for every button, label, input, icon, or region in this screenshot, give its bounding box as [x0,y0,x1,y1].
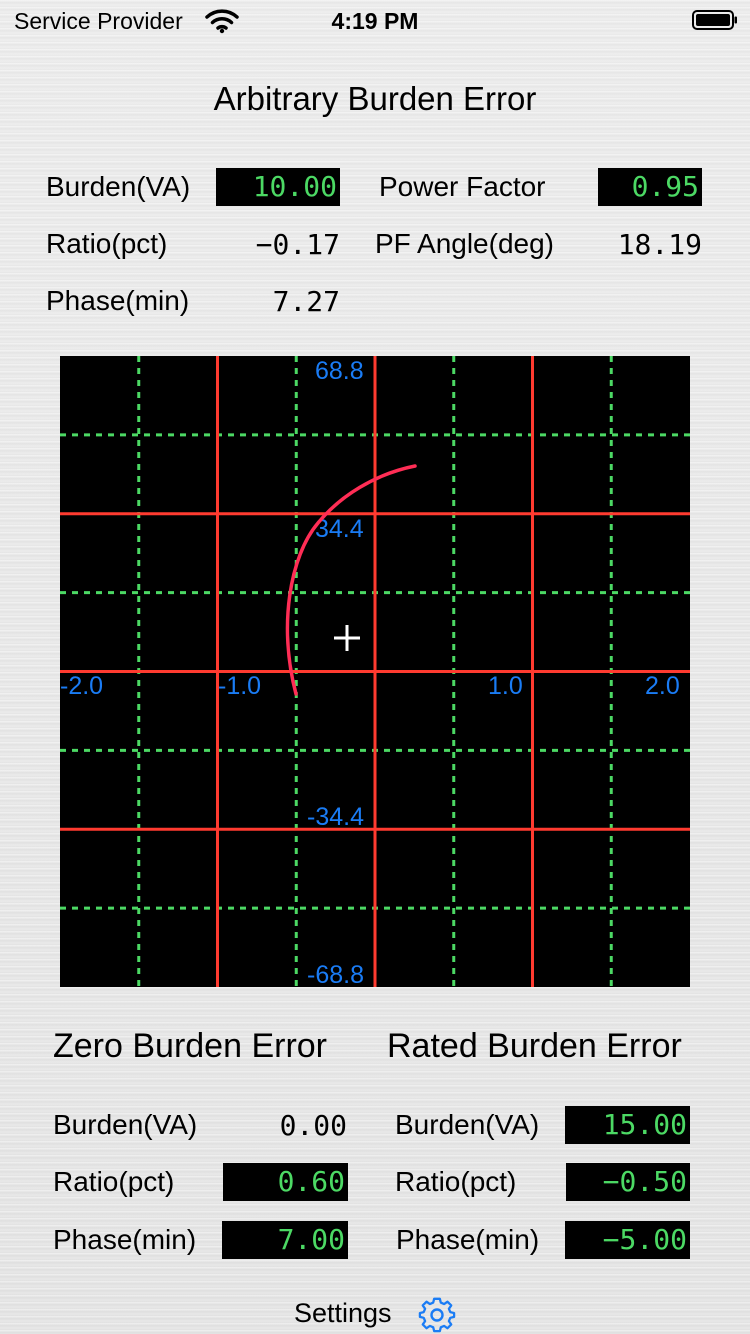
rated-phase-label: Phase(min) [396,1224,540,1255]
y-tick-label: -34.4 [307,803,364,831]
zero-phase-label: Phase(min) [53,1224,197,1255]
gear-icon[interactable] [418,1296,456,1334]
error-plot[interactable]: 68.8 34.4 -34.4 -68.8 -2.0 -1.0 1.0 2.0 [60,356,690,987]
rated-ratio-field[interactable]: −0.50 [566,1163,690,1201]
pf-angle-value: 18.19 [617,228,702,261]
x-tick-label: -1.0 [218,672,261,700]
zero-burden-title: Zero Burden Error [53,1027,327,1065]
rated-burden-field[interactable]: 15.00 [565,1106,690,1144]
y-tick-label: 68.8 [315,357,364,385]
arbitrary-ratio-value: −0.17 [255,228,340,261]
arbitrary-phase-value: 7.27 [272,285,340,318]
zero-ratio-field[interactable]: 0.60 [223,1163,348,1201]
zero-phase-field[interactable]: 7.00 [222,1221,348,1259]
arbitrary-ratio-label: Ratio(pct) [46,228,168,259]
rated-ratio-label: Ratio(pct) [395,1166,517,1197]
x-tick-label: 1.0 [488,672,523,700]
arbitrary-burden-label: Burden(VA) [46,171,191,202]
x-tick-label: 2.0 [645,672,680,700]
rated-phase-field[interactable]: −5.00 [565,1221,690,1259]
y-tick-label: -68.8 [307,961,364,987]
x-tick-label: -2.0 [60,672,103,700]
page-title: Arbitrary Burden Error [213,80,537,117]
rated-burden-label: Burden(VA) [395,1109,540,1140]
pf-angle-label: PF Angle(deg) [375,228,554,259]
arbitrary-burden-field[interactable]: 10.00 [216,168,340,206]
settings-button[interactable]: Settings [294,1298,392,1329]
arbitrary-phase-label: Phase(min) [46,285,190,316]
rated-burden-title: Rated Burden Error [387,1027,682,1065]
zero-burden-label: Burden(VA) [53,1109,198,1140]
battery-icon [692,10,737,30]
zero-ratio-label: Ratio(pct) [53,1166,175,1197]
status-time: 4:19 PM [331,8,419,34]
zero-burden-value: 0.00 [279,1109,347,1142]
power-factor-label: Power Factor [379,171,546,202]
power-factor-field[interactable]: 0.95 [598,168,702,206]
